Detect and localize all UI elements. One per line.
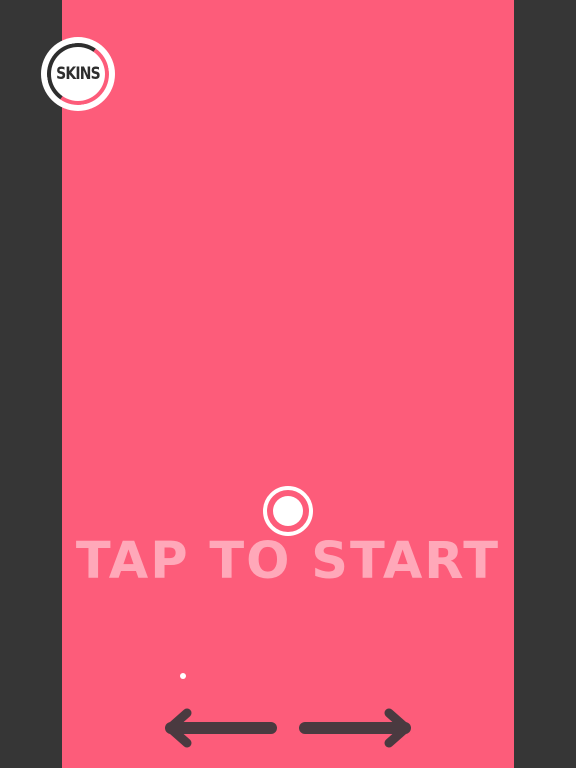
arrow-right-icon: [299, 708, 411, 748]
player-ball: [263, 486, 313, 536]
playfield[interactable]: [62, 0, 514, 768]
skins-label: SKINS: [56, 64, 100, 84]
arrow-left-icon: [165, 708, 277, 748]
game-screen[interactable]: SKINS TAP TO START: [0, 0, 576, 768]
tap-to-start-prompt[interactable]: TAP TO START: [62, 532, 514, 592]
skins-button[interactable]: SKINS: [41, 37, 115, 111]
move-right-button[interactable]: [299, 708, 413, 748]
dot-obstacle: [180, 673, 186, 679]
ball-icon: [273, 496, 303, 526]
move-left-button[interactable]: [163, 708, 277, 748]
